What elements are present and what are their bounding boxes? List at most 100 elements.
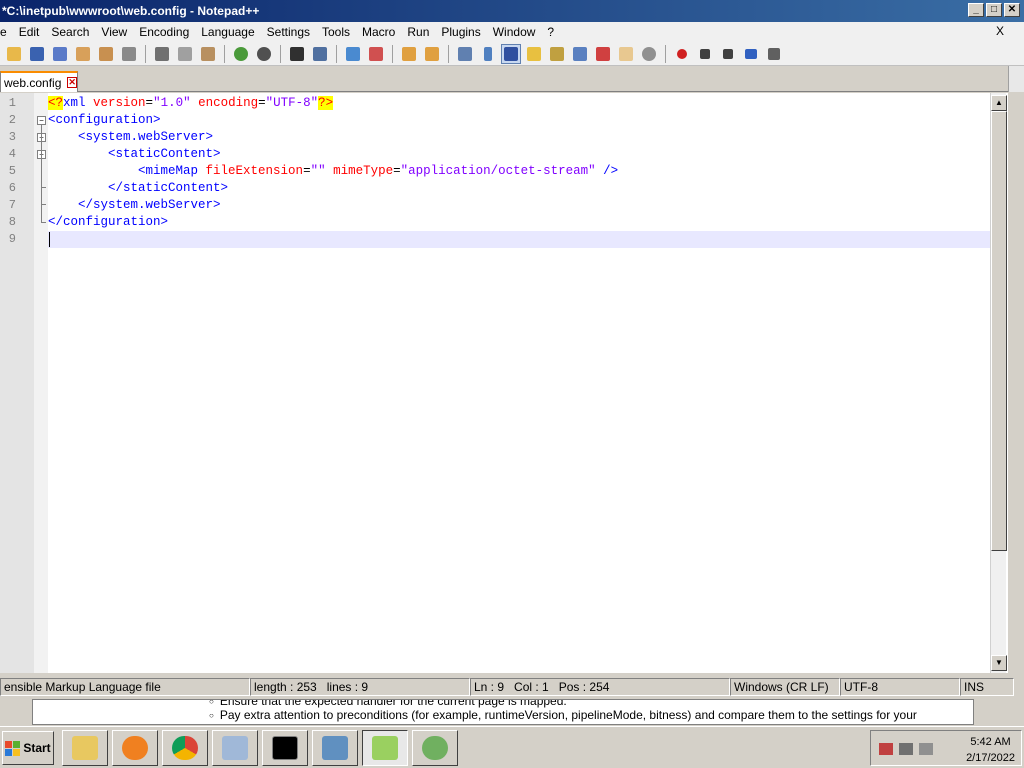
zoom-in-icon[interactable] [343, 44, 363, 64]
start-label: Start [23, 741, 51, 755]
line-number: 1 [8, 96, 16, 110]
menu-run[interactable]: Run [401, 25, 435, 39]
network-icon[interactable] [899, 743, 913, 755]
background-text-line: Pay extra attention to preconditions (fo… [209, 708, 917, 722]
close-button[interactable]: ✕ [1004, 3, 1020, 17]
status-insert-mode: INS [960, 678, 1014, 696]
line-number: 7 [8, 198, 16, 212]
menu-bar: e Edit Search View Encoding Language Set… [0, 22, 1024, 42]
undo-icon[interactable] [231, 44, 251, 64]
taskbar: Start 5:42 AM 2/17/2022 [0, 726, 1024, 768]
editor-area[interactable]: 1 2 3 4 5 6 7 8 9 − − − <?xml version="1… [0, 93, 1008, 673]
system-tray: 5:42 AM 2/17/2022 [870, 730, 1022, 766]
toolbar-separator [145, 44, 146, 63]
save-all-icon[interactable] [50, 44, 70, 64]
menu-search[interactable]: Search [45, 25, 95, 39]
code-line-6: </staticContent> [108, 181, 229, 195]
eye-icon[interactable] [639, 44, 659, 64]
code-line-2: <configuration> [48, 113, 161, 127]
copy-icon[interactable] [175, 44, 195, 64]
menu-plugins[interactable]: Plugins [435, 25, 486, 39]
status-encoding[interactable]: UTF-8 [840, 678, 960, 696]
chrome-icon[interactable] [162, 730, 208, 766]
menu-settings[interactable]: Settings [261, 25, 316, 39]
save-macro-icon[interactable] [764, 44, 784, 64]
monitoring-icon[interactable] [616, 44, 636, 64]
background-text-line: Ensure that the expected handler for the… [209, 700, 567, 708]
text-caret [49, 232, 50, 247]
toolbar-separator [665, 44, 666, 63]
stop-macro-icon[interactable] [695, 44, 715, 64]
open-icon[interactable] [4, 44, 24, 64]
menu-language[interactable]: Language [195, 25, 260, 39]
command-prompt-icon[interactable] [262, 730, 308, 766]
menu-file[interactable]: e [0, 25, 13, 39]
tab-close-icon[interactable]: ✕ [67, 77, 77, 88]
sync-v-icon[interactable] [399, 44, 419, 64]
show-all-chars-icon[interactable] [478, 44, 498, 64]
clock-time: 5:42 AM [970, 736, 1011, 748]
menu-help[interactable]: ? [541, 25, 560, 39]
menu-macro[interactable]: Macro [356, 25, 401, 39]
redo-icon[interactable] [254, 44, 274, 64]
notepad-plus-plus-icon[interactable] [362, 730, 408, 766]
line-number: 9 [8, 232, 16, 246]
save-icon[interactable] [27, 44, 47, 64]
code-line-8: </configuration> [48, 215, 169, 229]
iis-manager-icon[interactable] [312, 730, 358, 766]
scroll-down-icon[interactable]: ▼ [991, 655, 1007, 671]
tab-scroll-handle[interactable] [1008, 66, 1024, 92]
toolbar-separator [392, 44, 393, 63]
print-icon[interactable] [119, 44, 139, 64]
fold-end-marker [41, 204, 46, 205]
start-button[interactable]: Start [2, 731, 54, 765]
udl-icon[interactable] [524, 44, 544, 64]
doc-map-icon[interactable] [547, 44, 567, 64]
configuration-icon[interactable] [212, 730, 258, 766]
menu-tools[interactable]: Tools [316, 25, 356, 39]
run-macro-multiple-icon[interactable] [741, 44, 761, 64]
code-line-7: </system.webServer> [78, 198, 221, 212]
indent-guide-icon[interactable] [501, 43, 521, 64]
paste-icon[interactable] [198, 44, 218, 64]
status-eol[interactable]: Windows (CR LF) [730, 678, 840, 696]
media-player-icon[interactable] [112, 730, 158, 766]
maximize-button[interactable]: □ [986, 3, 1002, 17]
scroll-thumb[interactable] [991, 111, 1007, 551]
cut-icon[interactable] [152, 44, 172, 64]
sync-h-icon[interactable] [422, 44, 442, 64]
tab-web-config[interactable]: web.config ✕ [0, 71, 78, 92]
function-list-icon[interactable] [570, 44, 590, 64]
volume-icon[interactable] [919, 743, 933, 755]
menu-edit[interactable]: Edit [13, 25, 46, 39]
current-line-highlight [48, 231, 990, 248]
replace-icon[interactable] [310, 44, 330, 64]
menu-encoding[interactable]: Encoding [133, 25, 195, 39]
menu-view[interactable]: View [95, 25, 133, 39]
scroll-up-icon[interactable]: ▲ [991, 95, 1007, 111]
record-macro-icon[interactable] [672, 44, 692, 64]
play-macro-icon[interactable] [718, 44, 738, 64]
action-center-icon[interactable] [879, 743, 893, 755]
network-tool-icon[interactable] [412, 730, 458, 766]
close-document-button[interactable]: X [996, 24, 1004, 38]
status-position: Ln : 9 Col : 1 Pos : 254 [470, 678, 730, 696]
title-bar[interactable]: *C:\inetpub\wwwroot\web.config - Notepad… [0, 0, 1024, 22]
close-all-icon[interactable] [96, 44, 116, 64]
menu-window[interactable]: Window [487, 25, 542, 39]
file-explorer-icon[interactable] [62, 730, 108, 766]
zoom-out-icon[interactable] [366, 44, 386, 64]
clock[interactable]: 5:42 AM 2/17/2022 [966, 734, 1015, 766]
minimize-button[interactable]: _ [968, 3, 984, 17]
line-number: 8 [8, 215, 16, 229]
window-title: *C:\inetpub\wwwroot\web.config - Notepad… [2, 4, 260, 18]
folder-workspace-icon[interactable] [593, 44, 613, 64]
close-icon[interactable] [73, 44, 93, 64]
word-wrap-icon[interactable] [455, 44, 475, 64]
find-icon[interactable] [287, 44, 307, 64]
fold-toggle-icon[interactable]: − [37, 116, 46, 125]
line-number: 6 [8, 181, 16, 195]
line-number: 3 [8, 130, 16, 144]
vertical-scrollbar[interactable]: ▲ ▼ [990, 93, 1007, 673]
clock-date: 2/17/2022 [966, 752, 1015, 764]
